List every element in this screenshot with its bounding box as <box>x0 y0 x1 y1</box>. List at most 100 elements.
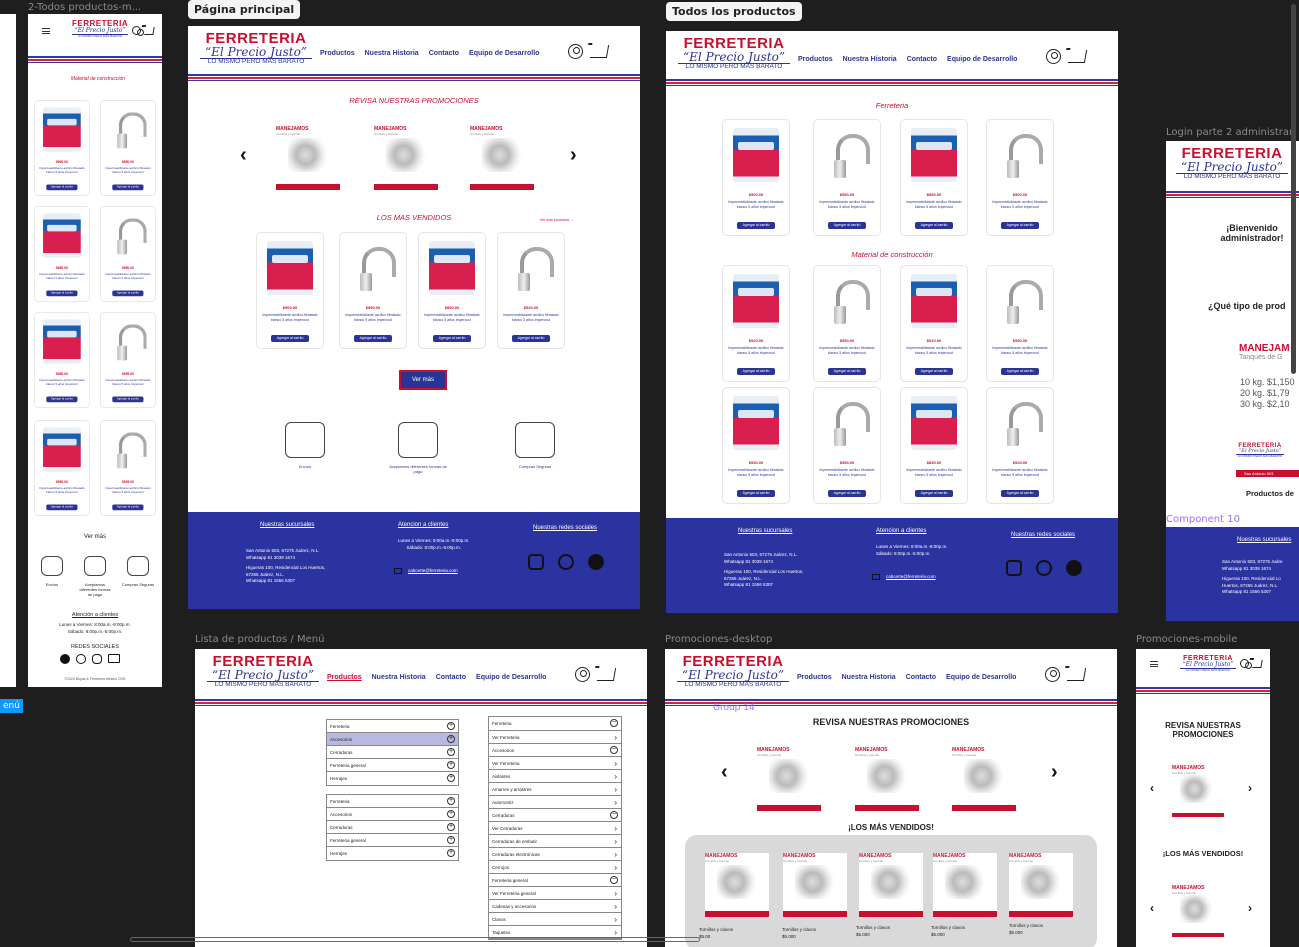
menu-item[interactable]: Cerraduras − <box>489 809 621 822</box>
frame-promos-desktop[interactable]: FERRETERIA “El Precio Justo” LO MISMO PE… <box>665 649 1117 947</box>
product-card[interactable]: $900.00 Impermeabilizante acrílico fibrat… <box>34 100 90 196</box>
product-card[interactable]: $955.00 Impermeabilizante acrílico fibrat… <box>100 312 156 408</box>
brand-logo[interactable]: FERRETERIA “El Precio Justo” LO MISMO PE… <box>207 654 319 689</box>
promo-card[interactable]: MANEJAMOS Tornillos y tuercas <box>470 126 534 190</box>
see-more-button[interactable]: Ver más <box>399 370 447 390</box>
nav-historia[interactable]: Nuestra Historia <box>372 674 426 681</box>
product-card[interactable]: $550.00 Impermeabilizante acrílico fibrat… <box>339 232 407 349</box>
add-to-cart-button[interactable]: Agregar al carrito <box>737 222 775 229</box>
nav-equipo[interactable]: Equipo de Desarrollo <box>469 50 539 57</box>
instagram-icon[interactable] <box>528 554 544 570</box>
whatsapp-icon[interactable] <box>558 554 574 570</box>
menu-item[interactable]: Accesorios + <box>327 808 458 821</box>
promo-card[interactable]: MANEJAMOS Tornillos y tuercas <box>1009 853 1073 917</box>
menu-subitem[interactable]: Cerraduras de embutir › <box>489 835 621 848</box>
brand-logo[interactable]: FERRETERIA “El Precio Justo” LO MISMO PE… <box>1176 146 1288 181</box>
frame-home-desktop[interactable]: FERRETERIA “El Precio Justo” LO MISMO PE… <box>188 26 640 609</box>
add-to-cart-button[interactable]: Agregar al carrito <box>271 335 309 342</box>
nav-contacto[interactable]: Contacto <box>429 50 459 57</box>
product-card[interactable]: $900.00 Impermeabilizante acrílico fibrat… <box>986 119 1054 236</box>
menu-subitem[interactable]: Ver Ferreteria › <box>489 757 621 770</box>
frame-admin-login[interactable]: FERRETERIA “El Precio Justo” LO MISMO PE… <box>1166 141 1299 621</box>
plus-icon[interactable]: + <box>447 836 455 844</box>
vertical-scrollbar[interactable] <box>1291 4 1296 374</box>
product-card[interactable]: $920.00 Impermeabilizante acrílico fibrat… <box>986 387 1054 504</box>
product-card[interactable]: $850.00 Impermeabilizante acrílico fibrat… <box>34 206 90 302</box>
product-card[interactable]: $900.00 Impermeabilizante acrílico fibrat… <box>722 119 790 236</box>
chevron-right-icon[interactable]: › <box>570 144 577 167</box>
add-to-cart-button[interactable]: Agregar al carrito <box>46 184 78 191</box>
menu-item[interactable]: Ferreteria − <box>489 717 621 731</box>
user-icon[interactable] <box>575 667 590 682</box>
user-icon[interactable] <box>132 26 144 36</box>
nav-productos[interactable]: Productos <box>320 50 355 57</box>
chevron-left-icon[interactable]: ‹ <box>1150 781 1154 795</box>
plus-icon[interactable]: + <box>447 774 455 782</box>
user-icon[interactable] <box>1240 659 1252 669</box>
frame-product-menu[interactable]: FERRETERIA “El Precio Justo” LO MISMO PE… <box>195 649 647 947</box>
add-to-cart-button[interactable]: Agregar al carrito <box>112 184 144 191</box>
see-more-link[interactable]: Ver más <box>28 534 162 540</box>
promo-card[interactable]: MANEJAMOS Tornillos y tuercas <box>933 853 997 917</box>
chevron-right-icon[interactable]: › <box>1051 761 1058 784</box>
product-card[interactable]: $950.00 Impermeabilizante acrílico fibrat… <box>34 312 90 408</box>
menu-subitem[interactable]: Aislantes › <box>489 770 621 783</box>
hamburger-icon[interactable] <box>1150 661 1158 667</box>
frame-promos-mobile[interactable]: FERRETERIA “El Precio Justo” LO MISMO PE… <box>1136 649 1270 947</box>
cart-icon[interactable] <box>1252 659 1263 668</box>
plus-icon[interactable]: + <box>447 823 455 831</box>
product-card[interactable]: $950.00 Impermeabilizante acrílico fibrat… <box>34 420 90 516</box>
menu-item[interactable]: Ferreteria + <box>327 795 458 808</box>
product-card[interactable]: $550.00 Impermeabilizante acrílico fibrat… <box>813 387 881 504</box>
add-to-cart-button[interactable]: Agregar al carrito <box>112 290 144 297</box>
instagram-icon[interactable] <box>92 654 102 664</box>
product-card[interactable]: $930.00 Impermeabilizante acrílico fibrat… <box>722 387 790 504</box>
promo-card[interactable]: MANEJAMOS Tornillos y tuercas <box>855 747 919 811</box>
nav-productos[interactable]: Productos <box>797 674 832 681</box>
product-card[interactable]: $910.00 Impermeabilizante acrílico fibrat… <box>900 265 968 382</box>
promo-card[interactable]: MANEJAMOS Tornillos y tuercas <box>783 853 847 917</box>
mail-icon[interactable] <box>108 654 120 663</box>
brand-logo[interactable]: FERRETERIA “El Precio Justo” LO MISMO PE… <box>1180 655 1236 672</box>
nav-contacto[interactable]: Contacto <box>436 674 466 681</box>
facebook-icon[interactable] <box>588 554 604 570</box>
add-to-cart-button[interactable]: Agregar al carrito <box>915 490 953 497</box>
product-card[interactable]: $850.00 Impermeabilizante acrílico fibrat… <box>418 232 486 349</box>
plus-icon[interactable]: + <box>447 735 455 743</box>
chevron-right-icon[interactable]: › <box>1248 901 1252 915</box>
menu-subitem[interactable]: Automotriz › <box>489 796 621 809</box>
menu-item[interactable]: Herrajes + <box>327 772 458 785</box>
add-to-cart-button[interactable]: Agregar al carrito <box>915 368 953 375</box>
see-more-products-link[interactable]: Ver más productos → <box>540 218 574 222</box>
footer-email[interactable]: cabcerte@ferreteria.com <box>408 568 458 575</box>
menu-subitem[interactable]: Amarres y arrastres › <box>489 783 621 796</box>
cart-icon[interactable] <box>596 668 617 681</box>
menu-item[interactable]: Cerraduras + <box>327 746 458 759</box>
add-to-cart-button[interactable]: Agregar al carrito <box>354 335 392 342</box>
menu-item[interactable]: Accesorios − <box>489 744 621 757</box>
plus-icon[interactable]: + <box>447 722 455 730</box>
promo-card[interactable]: MANEJAMOS Tornillos y tuercas <box>952 747 1016 811</box>
user-icon[interactable] <box>1045 667 1060 682</box>
brand-logo[interactable]: FERRETERIA “El Precio Justo” LO MISMO PE… <box>200 31 312 66</box>
menu-subitem[interactable]: Clavos › <box>489 913 621 926</box>
facebook-icon[interactable] <box>1066 560 1082 576</box>
frame-mobile-products[interactable]: FERRETERIA “El Precio Justo” LO MISMO PE… <box>28 14 162 687</box>
product-card[interactable]: $590.00 Impermeabilizante acrílico fibrat… <box>813 119 881 236</box>
minus-icon[interactable]: − <box>610 746 618 754</box>
plus-icon[interactable]: + <box>447 849 455 857</box>
nav-equipo[interactable]: Equipo de Desarrollo <box>476 674 546 681</box>
add-to-cart-button[interactable]: Agregar al carrito <box>112 504 144 511</box>
product-card[interactable]: $520.00 Impermeabilizante acrílico fibrat… <box>497 232 565 349</box>
promo-card[interactable]: MANEJAMOS Tornillos y tuercas <box>705 853 769 917</box>
product-card[interactable]: $950.00 Impermeabilizante acrílico fibrat… <box>986 265 1054 382</box>
brand-logo[interactable]: FERRETERIA “El Precio Justo” LO MISMO PE… <box>72 20 128 38</box>
nav-historia[interactable]: Nuestra Historia <box>842 674 896 681</box>
add-to-cart-button[interactable]: Agregar al carrito <box>46 396 78 403</box>
product-card[interactable]: $950.00 Impermeabilizante acrílico fibrat… <box>813 265 881 382</box>
add-to-cart-button[interactable]: Agregar al carrito <box>46 504 78 511</box>
cart-icon[interactable] <box>1066 668 1087 681</box>
menu-subitem[interactable]: Cerraduras electrónicas › <box>489 848 621 861</box>
product-card[interactable]: $850.00 Impermeabilizante acrílico fibrat… <box>100 100 156 196</box>
add-to-cart-button[interactable]: Agregar al carrito <box>737 490 775 497</box>
